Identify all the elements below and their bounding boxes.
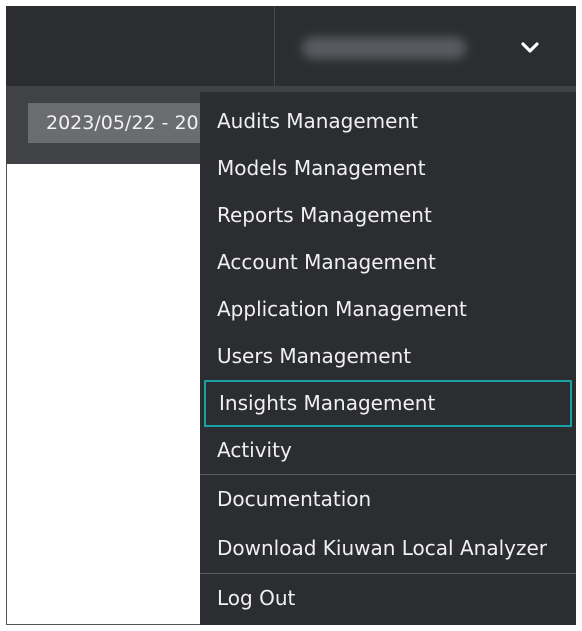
menu-item-application-management[interactable]: Application Management [200,286,576,333]
topbar-divider [274,6,275,86]
menu-item-activity[interactable]: Activity [200,427,576,474]
user-dropdown-menu: Audits Management Models Management Repo… [200,92,576,625]
session-menu-group: Log Out [200,574,576,622]
menu-item-audits-management[interactable]: Audits Management [200,98,576,145]
user-name-blurred [302,37,466,59]
menu-item-models-management[interactable]: Models Management [200,145,576,192]
management-menu-group: Audits Management Models Management Repo… [200,92,576,474]
app-window: 2023/05/22 - 2023/06/21 Audits Managemen… [6,6,576,625]
chevron-down-icon [521,42,539,53]
menu-item-log-out[interactable]: Log Out [200,574,576,622]
content-border-left [6,164,7,625]
resources-menu-group: Documentation Download Kiuwan Local Anal… [200,475,576,573]
menu-item-documentation[interactable]: Documentation [200,475,576,524]
menu-item-insights-management[interactable]: Insights Management [204,380,572,427]
menu-item-users-management[interactable]: Users Management [200,333,576,380]
menu-item-download-local-analyzer[interactable]: Download Kiuwan Local Analyzer [200,524,576,573]
menu-item-reports-management[interactable]: Reports Management [200,192,576,239]
user-menu-toggle-button[interactable] [514,36,546,60]
top-navigation-bar [6,6,576,86]
menu-item-account-management[interactable]: Account Management [200,239,576,286]
